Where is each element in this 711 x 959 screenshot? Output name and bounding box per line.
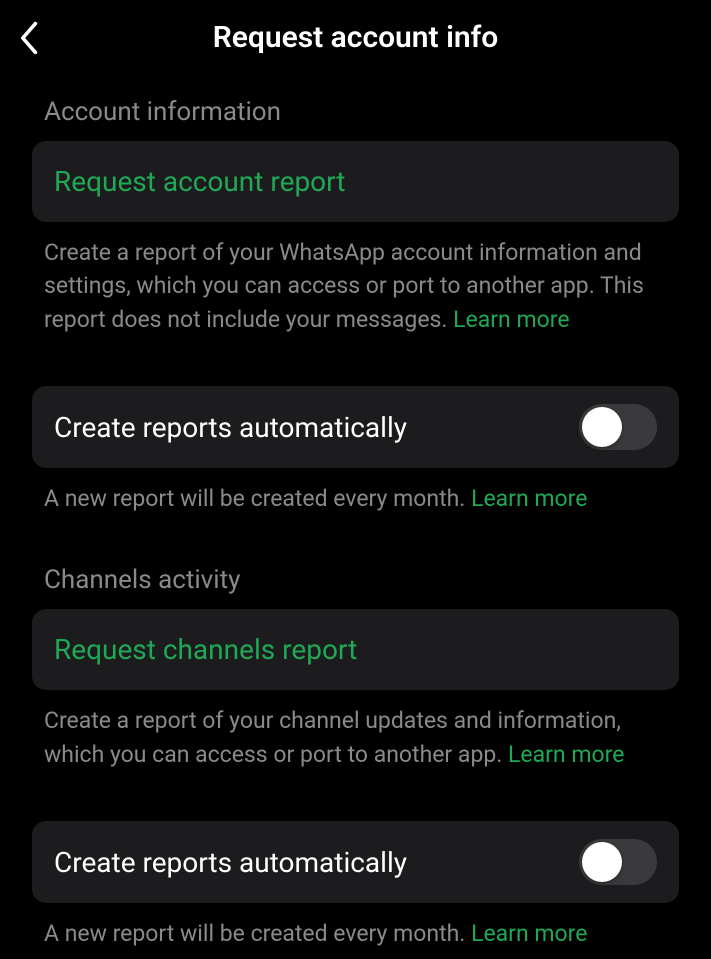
auto-report-account-description-text: A new report will be created every month…	[44, 485, 471, 512]
section-gap	[32, 771, 679, 821]
section-header-account-info: Account information	[32, 79, 679, 141]
auto-report-account-description: A new report will be created every month…	[32, 468, 679, 515]
chevron-left-icon	[19, 20, 41, 56]
auto-report-channels-description: A new report will be created every month…	[32, 903, 679, 950]
learn-more-link-account[interactable]: Learn more	[453, 306, 569, 333]
learn-more-link-auto-account[interactable]: Learn more	[471, 485, 587, 512]
auto-report-account-cell: Create reports automatically	[32, 386, 679, 468]
auto-report-channels-toggle[interactable]	[579, 839, 657, 885]
page-title: Request account info	[12, 20, 699, 55]
section-header-channels: Channels activity	[32, 547, 679, 609]
page-header: Request account info	[0, 0, 711, 79]
back-button[interactable]	[10, 18, 50, 58]
section-gap	[32, 515, 679, 547]
request-channels-report-cell[interactable]: Request channels report	[32, 609, 679, 690]
section-gap	[32, 336, 679, 386]
request-account-report-cell[interactable]: Request account report	[32, 141, 679, 222]
toggle-knob	[582, 842, 622, 882]
request-account-report-label: Request account report	[54, 165, 657, 198]
auto-report-channels-description-text: A new report will be created every month…	[44, 920, 471, 947]
learn-more-link-auto-channels[interactable]: Learn more	[471, 920, 587, 947]
auto-report-channels-label: Create reports automatically	[54, 846, 407, 879]
auto-report-account-label: Create reports automatically	[54, 411, 407, 444]
learn-more-link-channels[interactable]: Learn more	[508, 741, 624, 768]
auto-report-account-toggle[interactable]	[579, 404, 657, 450]
toggle-knob	[582, 407, 622, 447]
auto-report-channels-cell: Create reports automatically	[32, 821, 679, 903]
content-area: Account information Request account repo…	[0, 79, 711, 950]
account-report-description: Create a report of your WhatsApp account…	[32, 222, 679, 336]
request-channels-report-label: Request channels report	[54, 633, 657, 666]
channels-report-description: Create a report of your channel updates …	[32, 690, 679, 771]
